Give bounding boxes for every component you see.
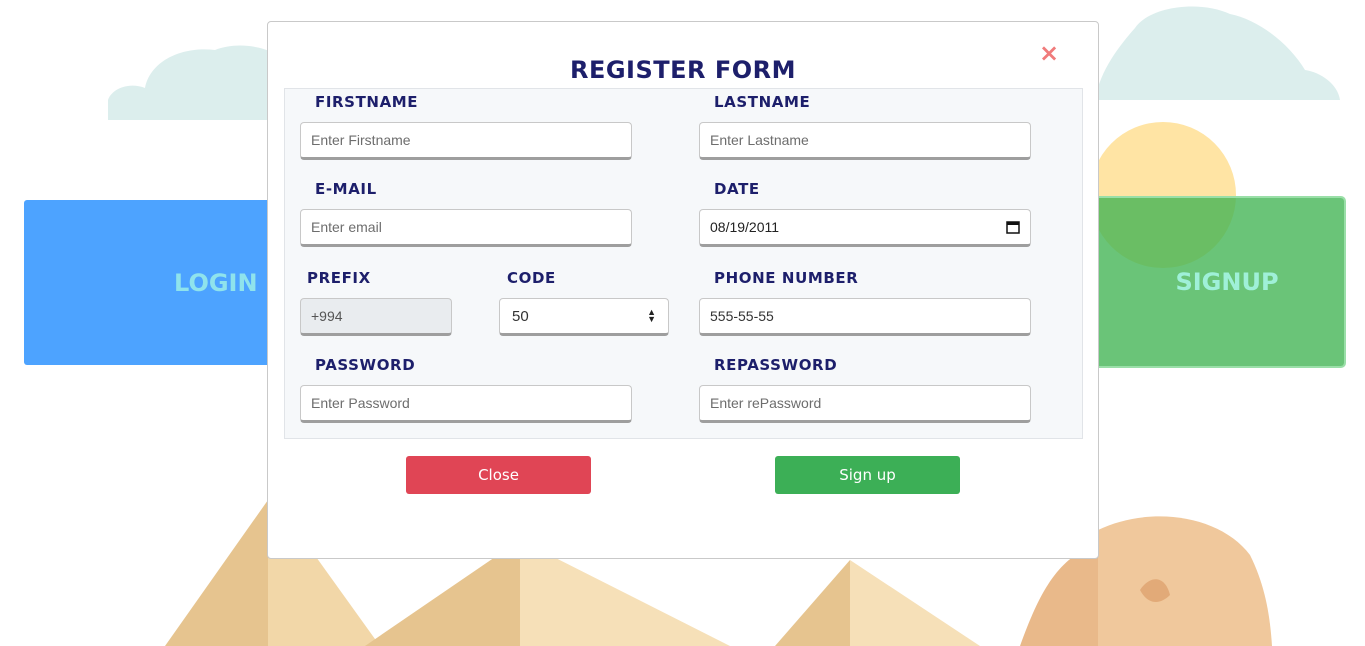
close-icon[interactable]: × (1038, 41, 1060, 65)
signup-button[interactable]: Sign up (775, 456, 960, 494)
register-form: FIRSTNAME LASTNAME E-MAIL DATE 08/19/201… (284, 88, 1083, 439)
pyramid-6 (850, 560, 980, 646)
lastname-label: LASTNAME (714, 93, 811, 111)
modal-title: REGISTER FORM (569, 56, 797, 84)
login-label: LOGIN (174, 268, 258, 297)
phone-label: PHONE NUMBER (714, 269, 859, 287)
password-input[interactable] (300, 385, 632, 423)
code-value: 50 (512, 307, 529, 325)
email-label: E-MAIL (315, 180, 377, 198)
repassword-input[interactable] (699, 385, 1031, 423)
signup-label: SIGNUP (1175, 268, 1279, 296)
repassword-label: REPASSWORD (714, 356, 838, 374)
cloud-left (108, 45, 285, 120)
prefix-value: +994 (311, 308, 343, 324)
pyramid-5 (775, 560, 850, 646)
register-modal: REGISTER FORM × FIRSTNAME LASTNAME E-MAI… (267, 21, 1099, 559)
lastname-input[interactable] (699, 122, 1031, 160)
firstname-input[interactable] (300, 122, 632, 160)
prefix-label: PREFIX (307, 269, 371, 287)
cloud-right (1095, 6, 1340, 100)
prefix-field: +994 (300, 298, 452, 336)
code-label: CODE (507, 269, 556, 287)
phone-input[interactable] (699, 298, 1031, 336)
firstname-label: FIRSTNAME (315, 93, 419, 111)
select-arrows-icon: ▲ ▼ (647, 307, 656, 324)
close-button[interactable]: Close (406, 456, 591, 494)
email-input[interactable] (300, 209, 632, 247)
password-label: PASSWORD (315, 356, 416, 374)
sphinx (1020, 545, 1098, 646)
sphinx-head (1098, 516, 1272, 646)
date-input[interactable]: 08/19/2011 (699, 209, 1031, 247)
pyramid-1 (165, 500, 268, 646)
date-label: DATE (714, 180, 760, 198)
calendar-icon[interactable] (1006, 220, 1020, 234)
date-value: 08/19/2011 (710, 219, 780, 235)
code-select[interactable]: 50 ▲ ▼ (499, 298, 669, 336)
